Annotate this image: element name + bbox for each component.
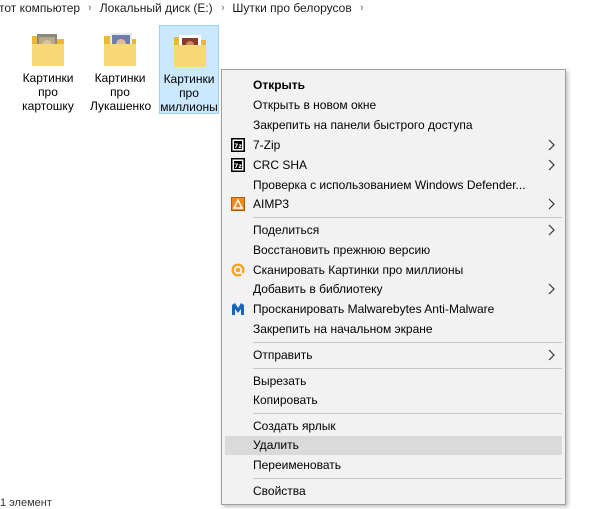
- 7zip-icon: 7z: [231, 138, 245, 152]
- menu-separator: [253, 342, 562, 343]
- menu-item-open[interactable]: Открыть: [225, 76, 562, 95]
- antivirus-icon: [231, 263, 245, 277]
- menu-item-restore-version[interactable]: Восстановить прежнюю версию: [225, 241, 562, 260]
- menu-item-windows-defender[interactable]: Проверка с использованием Windows Defend…: [225, 176, 562, 195]
- malwarebytes-icon: [232, 303, 244, 315]
- menu-item-cut[interactable]: Вырезать: [225, 372, 562, 391]
- menu-item-crc-sha[interactable]: 7z CRC SHA: [225, 156, 562, 175]
- 7zip-icon: 7z: [231, 158, 245, 172]
- folder-milliony[interactable]: Картинки про миллионы: [159, 25, 219, 114]
- submenu-arrow-icon: [548, 198, 555, 210]
- breadcrumb-separator-icon[interactable]: ›: [355, 2, 368, 14]
- folder-icon: [32, 34, 64, 66]
- menu-item-7zip[interactable]: 7z 7-Zip: [225, 136, 562, 155]
- folder-label: Картинки про картошку: [22, 71, 74, 113]
- menu-item-pin-start[interactable]: Закрепить на начальном экране: [225, 320, 562, 339]
- svg-text:7z: 7z: [234, 143, 242, 150]
- menu-item-copy[interactable]: Копировать: [225, 391, 562, 410]
- breadcrumb-item-this-pc[interactable]: тот компьютер: [0, 1, 82, 15]
- submenu-arrow-icon: [548, 349, 555, 361]
- menu-item-share[interactable]: Поделиться: [225, 221, 562, 240]
- breadcrumb-item-local-disk[interactable]: Локальный диск (E:): [98, 1, 215, 15]
- menu-item-malwarebytes[interactable]: Просканировать Malwarebytes Anti-Malware: [225, 300, 562, 319]
- menu-item-add-to-library[interactable]: Добавить в библиотеку: [225, 280, 562, 299]
- aimp-icon: [231, 197, 245, 211]
- menu-item-properties[interactable]: Свойства: [225, 482, 562, 501]
- submenu-arrow-icon: [548, 224, 555, 236]
- folder-kartoshka[interactable]: Картинки про картошку: [18, 25, 78, 114]
- menu-item-delete[interactable]: Удалить: [225, 436, 562, 455]
- context-menu: Открыть Открыть в новом окне Закрепить н…: [221, 69, 566, 505]
- breadcrumb-separator-icon[interactable]: ›: [84, 2, 97, 14]
- submenu-arrow-icon: [548, 139, 555, 151]
- breadcrumb-separator-icon[interactable]: ›: [216, 2, 229, 14]
- status-item-count: 1 элемент: [0, 497, 52, 509]
- folder-label: Картинки про миллионы: [160, 72, 218, 114]
- menu-item-pin-quick-access[interactable]: Закрепить на панели быстрого доступа: [225, 116, 562, 135]
- menu-separator: [253, 217, 562, 218]
- submenu-arrow-icon: [548, 283, 555, 295]
- submenu-arrow-icon: [548, 159, 555, 171]
- menu-item-send-to[interactable]: Отправить: [225, 346, 562, 365]
- folder-icon: [174, 35, 206, 67]
- menu-item-rename[interactable]: Переименовать: [225, 456, 562, 475]
- breadcrumb-item-current-folder[interactable]: Шутки про белорусов: [230, 1, 353, 15]
- svg-text:7z: 7z: [234, 163, 242, 170]
- folder-icon: [104, 33, 136, 66]
- folder-lukashenko[interactable]: Картинки про Лукашенко: [90, 25, 152, 114]
- menu-separator: [253, 368, 562, 369]
- menu-item-scan[interactable]: Сканировать Картинки про миллионы: [225, 261, 562, 280]
- menu-item-aimp3[interactable]: AIMP3: [225, 195, 562, 214]
- menu-separator: [253, 413, 562, 414]
- breadcrumb: тот компьютер › Локальный диск (E:) › Шу…: [0, 0, 600, 15]
- folder-label: Картинки про Лукашенко: [90, 71, 152, 113]
- menu-item-open-new-window[interactable]: Открыть в новом окне: [225, 96, 562, 115]
- menu-separator: [253, 478, 562, 479]
- menu-item-create-shortcut[interactable]: Создать ярлык: [225, 417, 562, 436]
